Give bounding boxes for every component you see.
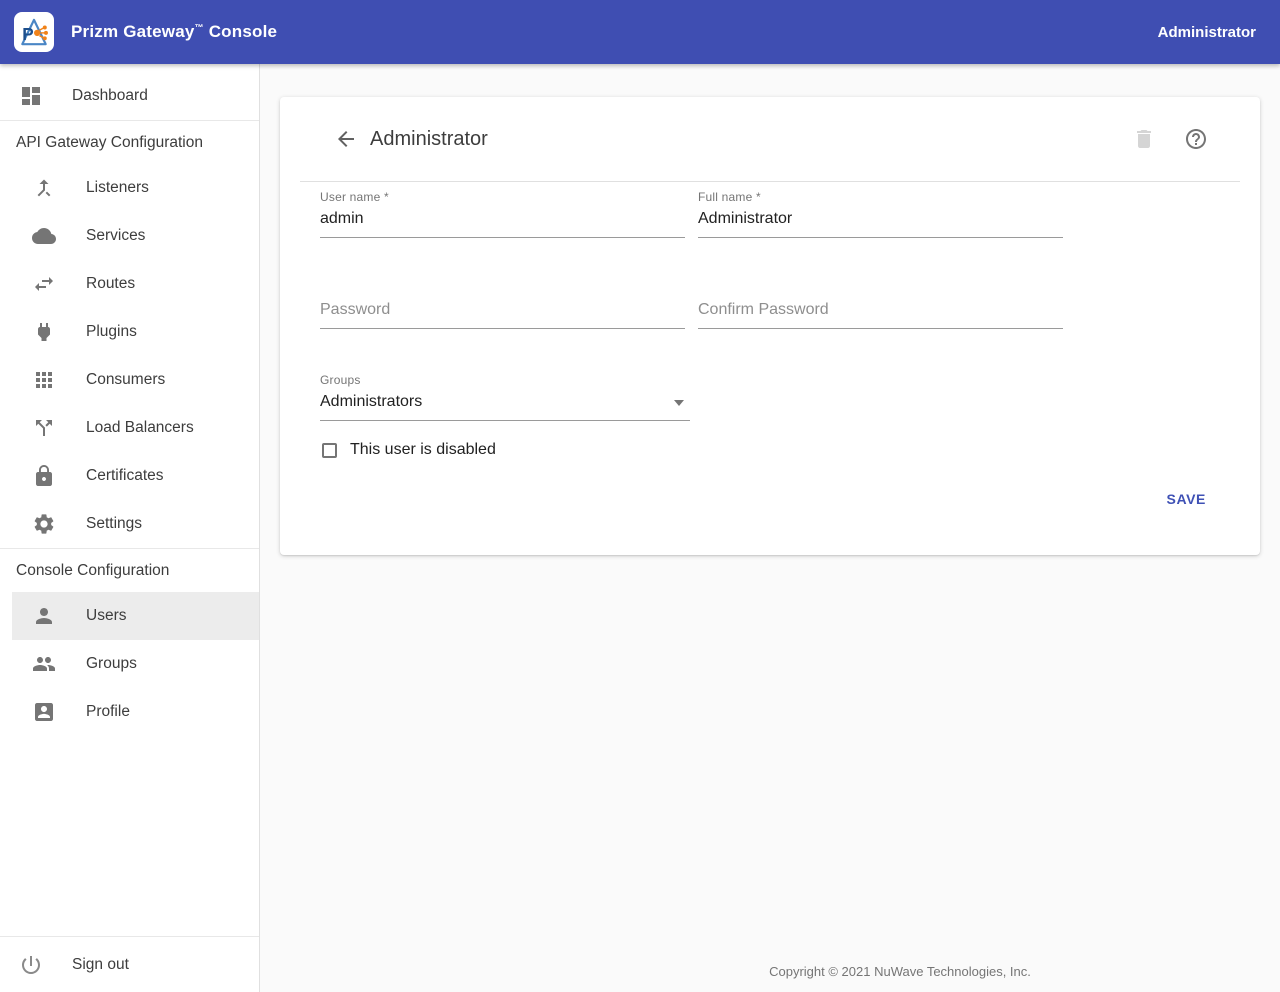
power-icon <box>19 953 43 977</box>
sidebar-item-label: Groups <box>86 655 137 673</box>
sidebar-item-profile[interactable]: Profile <box>0 688 259 736</box>
sidebar-item-label: Certificates <box>86 467 164 485</box>
sidebar-item-label: Services <box>86 227 145 245</box>
person-icon <box>32 604 56 628</box>
back-button[interactable] <box>334 127 358 151</box>
help-circle-icon <box>1184 127 1208 151</box>
prizm-logo-icon: P <box>16 14 52 50</box>
sidebar-item-plugins[interactable]: Plugins <box>0 308 259 356</box>
username-field-group: User name * <box>320 190 685 238</box>
signout-label: Sign out <box>72 956 129 974</box>
app-logo: P <box>14 12 54 52</box>
call-merge-icon <box>32 176 56 200</box>
sidebar-item-label: Users <box>86 607 126 625</box>
save-button[interactable]: SAVE <box>1159 483 1215 515</box>
delete-user-button[interactable] <box>1132 127 1156 151</box>
password-field-group <box>320 295 685 329</box>
sidebar-item-certificates[interactable]: Certificates <box>0 452 259 500</box>
copyright-notice: Copyright © 2021 NuWave Technologies, In… <box>520 964 1280 979</box>
card-header: Administrator <box>280 97 1260 181</box>
apps-grid-icon <box>32 368 56 392</box>
card-actions: SAVE <box>320 483 1260 515</box>
user-disabled-checkbox[interactable] <box>322 443 337 458</box>
sidebar-item-dashboard[interactable]: Dashboard <box>0 72 259 120</box>
sidebar-item-label: Routes <box>86 275 135 293</box>
groups-select[interactable]: Administrators <box>320 387 690 421</box>
main-content: Administrator User name * Full name * <box>260 64 1280 992</box>
gear-icon <box>32 512 56 536</box>
sidebar-item-listeners[interactable]: Listeners <box>0 164 259 212</box>
chevron-down-icon <box>674 400 684 406</box>
dashboard-icon <box>19 84 43 108</box>
sidebar-item-label: Consumers <box>86 371 165 389</box>
sidebar-item-consumers[interactable]: Consumers <box>0 356 259 404</box>
confirm-password-input[interactable] <box>698 295 1063 329</box>
user-form: User name * Full name * Groups <box>280 182 1260 515</box>
sidebar-item-label: Profile <box>86 703 130 721</box>
power-plug-icon <box>32 320 56 344</box>
cloud-icon <box>32 224 56 248</box>
groups-field-group: Groups Administrators <box>320 373 690 421</box>
account-box-icon <box>32 700 56 724</box>
sidebar-item-routes[interactable]: Routes <box>0 260 259 308</box>
app-bar: P Prizm Gateway™ Console Administrator <box>0 0 1280 64</box>
app-title: Prizm Gateway™ Console <box>71 22 277 42</box>
sidebar-item-load-balancers[interactable]: Load Balancers <box>0 404 259 452</box>
svg-text:P: P <box>22 25 33 44</box>
sidebar-item-label: Dashboard <box>72 87 148 105</box>
fullname-input[interactable] <box>698 204 1063 238</box>
people-icon <box>32 652 56 676</box>
groups-selected-value: Administrators <box>320 393 422 410</box>
disabled-checkbox-row: This user is disabled <box>320 441 1260 459</box>
logged-in-user: Administrator <box>1158 24 1256 41</box>
confirm-password-field-group <box>698 295 1063 329</box>
section-header-console: Console Configuration <box>0 548 259 592</box>
arrow-back-icon <box>334 127 358 151</box>
sidebar-item-label: Plugins <box>86 323 137 341</box>
sidebar-item-services[interactable]: Services <box>0 212 259 260</box>
page-title: Administrator <box>370 128 488 151</box>
sidebar-item-label: Settings <box>86 515 142 533</box>
user-detail-card: Administrator User name * Full name * <box>280 97 1260 555</box>
sidebar-item-users[interactable]: Users <box>0 592 259 640</box>
sidebar-item-settings[interactable]: Settings <box>0 500 259 548</box>
signout-button[interactable]: Sign out <box>0 936 259 992</box>
username-label: User name * <box>320 190 685 204</box>
lock-icon <box>32 464 56 488</box>
call-split-icon <box>32 416 56 440</box>
username-input[interactable] <box>320 204 685 238</box>
groups-label: Groups <box>320 373 690 387</box>
help-button[interactable] <box>1184 127 1208 151</box>
swap-horizontal-icon <box>32 272 56 296</box>
sidebar: Dashboard API Gateway Configuration List… <box>0 64 260 992</box>
sidebar-item-label: Load Balancers <box>86 419 194 437</box>
sidebar-item-groups[interactable]: Groups <box>0 640 259 688</box>
sidebar-item-label: Listeners <box>86 179 149 197</box>
trash-icon <box>1132 127 1156 151</box>
section-header-api-gateway: API Gateway Configuration <box>0 120 259 164</box>
password-input[interactable] <box>320 295 685 329</box>
user-disabled-label: This user is disabled <box>350 441 496 459</box>
fullname-label: Full name * <box>698 190 1063 204</box>
fullname-field-group: Full name * <box>698 190 1063 238</box>
